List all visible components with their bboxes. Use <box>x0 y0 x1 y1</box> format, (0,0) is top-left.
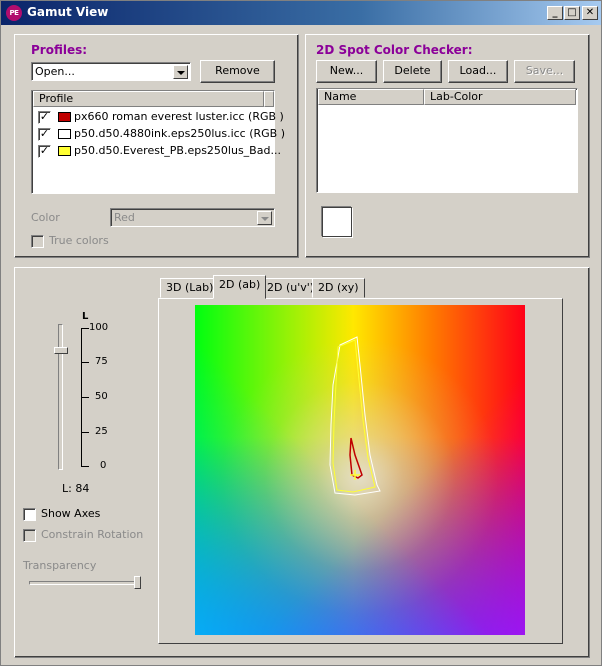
profile-color-swatch <box>58 129 71 139</box>
profile-name: px660 roman everest luster.icc (RGB ) <box>74 110 284 123</box>
gamut-outlines <box>329 336 381 496</box>
lightness-slider-track[interactable] <box>58 324 63 470</box>
tick-75 <box>81 362 89 363</box>
profile-checkbox[interactable]: ✓ <box>38 145 51 158</box>
gamut-outline-3 <box>332 339 376 493</box>
profile-name: p50.d50.Everest_PB.eps250lus_Bad... <box>74 144 281 157</box>
spot-color-list[interactable]: Name Lab-Color <box>316 88 578 193</box>
true-colors-label: True colors <box>49 234 109 247</box>
title-bar[interactable]: PE Gamut View _ □ ✕ <box>1 1 601 25</box>
open-profile-combo-value: Open... <box>35 65 75 78</box>
tick-label: 0 <box>100 460 107 471</box>
profile-color-swatch <box>58 146 71 156</box>
gamut-view-window: PE Gamut View _ □ ✕ Profiles: Open... Re… <box>0 0 602 666</box>
tab-2d-xy[interactable]: 2D (xy) <box>312 278 365 298</box>
minimize-button[interactable]: _ <box>547 6 563 20</box>
spot-color-swatch <box>322 207 352 237</box>
show-axes-label: Show Axes <box>41 507 101 520</box>
tick-0 <box>81 466 89 467</box>
color-select[interactable]: Red <box>110 208 275 227</box>
tick-label: 75 <box>95 356 108 367</box>
tick-100 <box>81 328 89 329</box>
lightness-slider-thumb[interactable] <box>54 347 68 355</box>
show-axes-box[interactable] <box>23 508 36 521</box>
open-profile-combo[interactable]: Open... <box>31 62 191 81</box>
transparency-label: Transparency <box>23 559 97 572</box>
tick-50 <box>81 397 89 398</box>
spot-checker-title: 2D Spot Color Checker: <box>316 43 473 57</box>
true-colors-box[interactable] <box>31 235 44 248</box>
tick-25 <box>81 432 89 433</box>
color-label: Color <box>31 211 60 224</box>
close-button[interactable]: ✕ <box>582 6 598 20</box>
lab-color-column-header[interactable]: Lab-Color <box>424 89 576 105</box>
chevron-down-icon[interactable] <box>257 211 272 225</box>
tick-label: 50 <box>95 391 108 402</box>
window-title: Gamut View <box>27 5 109 19</box>
profile-checkbox[interactable]: ✓ <box>38 128 51 141</box>
gamut-outline-1 <box>349 437 363 479</box>
tab-3d-lab[interactable]: 3D (Lab) <box>160 278 220 298</box>
app-icon: PE <box>6 5 22 21</box>
new-spot-button[interactable]: New... <box>316 60 377 83</box>
profile-name: p50.d50.4880ink.eps250lus.icc (RGB ) <box>74 127 286 140</box>
constrain-rotation-label: Constrain Rotation <box>41 528 144 541</box>
save-spot-button[interactable]: Save... <box>514 60 575 83</box>
remove-button[interactable]: Remove <box>200 60 275 83</box>
load-spot-button[interactable]: Load... <box>448 60 508 83</box>
profiles-title: Profiles: <box>31 43 88 57</box>
profile-color-swatch <box>58 112 71 122</box>
gamut-plot-ab[interactable] <box>195 305 525 635</box>
profile-checkbox[interactable]: ✓ <box>38 111 51 124</box>
constrain-rotation-box[interactable] <box>23 529 36 542</box>
transparency-slider-track[interactable] <box>29 581 141 585</box>
tab-2d-ab[interactable]: 2D (ab) <box>213 275 267 299</box>
tick-label: 25 <box>95 426 108 437</box>
tick-label: 100 <box>89 322 109 333</box>
name-column-header[interactable]: Name <box>318 89 424 105</box>
profile-list[interactable]: Profile ✓ px660 roman everest luster.icc… <box>31 90 285 194</box>
chevron-down-icon[interactable] <box>173 65 188 79</box>
lightness-readout: L: 84 <box>62 482 90 495</box>
transparency-slider-thumb[interactable] <box>134 576 141 589</box>
maximize-button[interactable]: □ <box>564 6 580 20</box>
delete-spot-button[interactable]: Delete <box>383 60 442 83</box>
profile-column-header-end <box>264 91 274 107</box>
profile-column-header[interactable]: Profile <box>33 91 264 107</box>
lightness-axis-label: L <box>82 311 89 322</box>
color-select-value: Red <box>114 211 135 224</box>
